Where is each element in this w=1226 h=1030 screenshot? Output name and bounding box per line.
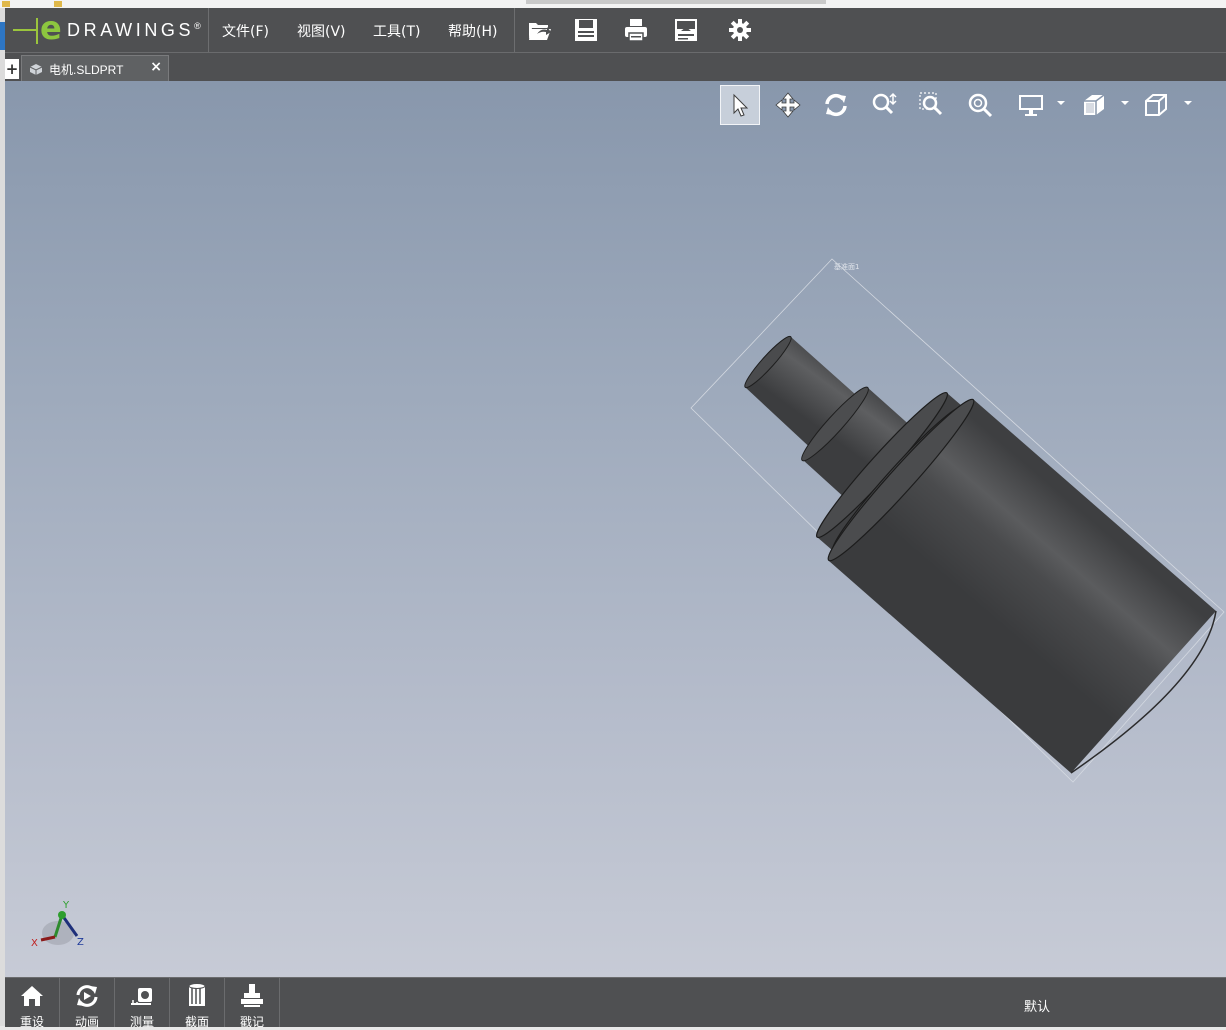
axis-z-label: Z <box>77 937 84 948</box>
main-toolbar: e DRAWINGS® 文件(F) 视图(V) 工具(T) 帮助(H) <box>5 8 1226 53</box>
folder-icon <box>54 1 62 7</box>
settings-button[interactable] <box>723 14 757 46</box>
menu-help[interactable]: 帮助(H) <box>448 21 497 41</box>
close-tab-icon[interactable]: × <box>150 59 162 75</box>
animate-button[interactable]: 动画 <box>60 978 115 1029</box>
axis-y-label: Y <box>62 900 70 911</box>
animate-icon <box>76 985 98 1007</box>
print-button[interactable] <box>619 14 653 46</box>
menu-file[interactable]: 文件(F) <box>222 21 269 41</box>
tab-document[interactable]: 电机.SLDPRT × <box>21 55 169 81</box>
desktop-background <box>0 0 1226 8</box>
configuration-name: 默认 <box>1024 1000 1051 1015</box>
background-window-edge <box>526 0 826 4</box>
home-icon <box>21 986 43 1006</box>
plane-label: 基准面1 <box>834 262 859 271</box>
print-icon <box>625 19 647 42</box>
3d-model[interactable]: 基准面1 <box>5 81 1226 977</box>
document-tab-bar: + 电机.SLDPRT × <box>5 53 1226 81</box>
tab-label: 电机.SLDPRT <box>49 63 124 77</box>
section-button[interactable]: 截面 <box>170 978 225 1029</box>
stamp-button[interactable]: 戳记 <box>225 978 280 1029</box>
measure-label: 测量 <box>129 1015 154 1029</box>
section-icon <box>188 983 206 1006</box>
gear-icon <box>729 19 751 41</box>
markup-button[interactable] <box>669 14 703 46</box>
axis-x-label: X <box>31 938 38 949</box>
menu-view[interactable]: 视图(V) <box>297 21 346 41</box>
3d-viewport[interactable]: 基准面1 Y X Z <box>5 81 1226 977</box>
part-file-icon <box>29 64 43 75</box>
measure-icon <box>131 988 152 1005</box>
open-button[interactable] <box>523 14 557 46</box>
edrawings-logo: e DRAWINGS® <box>11 9 207 48</box>
logo-word: DRAWINGS® <box>67 20 201 40</box>
stamp-label: 戳记 <box>239 1015 264 1029</box>
bottom-toolbar: 重设 动画 测量 截面 戳记 默认 <box>5 977 1226 1029</box>
save-button[interactable] <box>569 14 603 46</box>
menu-tools[interactable]: 工具(T) <box>373 21 420 41</box>
logo-letter: e <box>40 9 62 47</box>
axis-triad: Y X Z <box>31 900 84 949</box>
open-icon <box>529 23 551 40</box>
reset-label: 重设 <box>19 1015 44 1029</box>
stamp-icon <box>241 984 263 1007</box>
section-label: 截面 <box>184 1015 209 1029</box>
new-tab-button[interactable]: + <box>5 59 19 79</box>
markup-icon <box>675 19 697 41</box>
save-icon <box>575 19 597 41</box>
animate-label: 动画 <box>74 1015 99 1029</box>
reset-button[interactable]: 重设 <box>5 978 60 1029</box>
folder-icon <box>2 1 10 7</box>
measure-button[interactable]: 测量 <box>115 978 170 1029</box>
